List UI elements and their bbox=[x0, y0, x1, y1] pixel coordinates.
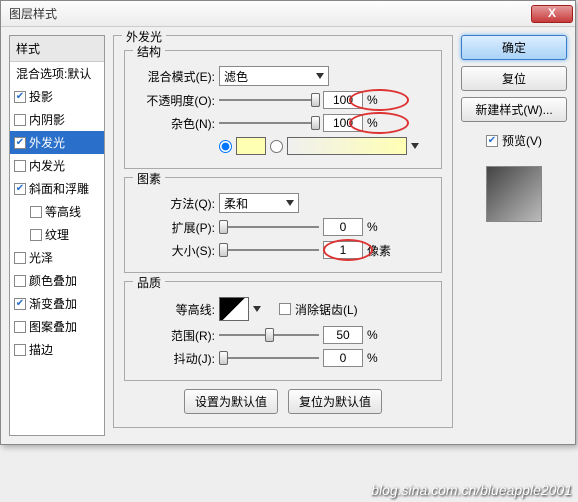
style-checkbox[interactable]: ✔ bbox=[14, 183, 26, 195]
structure-group: 结构 混合模式(E): 滤色 不透明度(O): 100 % bbox=[124, 50, 442, 169]
style-item-2[interactable]: ✔外发光 bbox=[10, 131, 104, 154]
style-checkbox[interactable]: ✔ bbox=[14, 298, 26, 310]
size-input[interactable]: 1 bbox=[323, 241, 363, 259]
style-item-8[interactable]: 颜色叠加 bbox=[10, 269, 104, 292]
style-item-11[interactable]: 描边 bbox=[10, 338, 104, 361]
style-label: 斜面和浮雕 bbox=[29, 180, 89, 197]
layer-style-dialog: 图层样式 X 样式 混合选项:默认 ✔投影内阴影✔外发光内发光✔斜面和浮雕等高线… bbox=[0, 0, 576, 445]
spread-label: 扩展(P): bbox=[135, 219, 215, 236]
style-label: 外发光 bbox=[29, 134, 65, 151]
style-checkbox[interactable]: ✔ bbox=[14, 137, 26, 149]
style-item-6[interactable]: 纹理 bbox=[10, 223, 104, 246]
opacity-slider[interactable] bbox=[219, 93, 319, 107]
spread-input[interactable]: 0 bbox=[323, 218, 363, 236]
chevron-down-icon bbox=[286, 200, 294, 206]
style-label: 内阴影 bbox=[29, 111, 65, 128]
method-label: 方法(Q): bbox=[135, 195, 215, 212]
spread-slider[interactable] bbox=[219, 220, 319, 234]
preview-label: 预览(V) bbox=[502, 132, 542, 149]
gradient-radio[interactable] bbox=[270, 140, 283, 153]
blend-options-item[interactable]: 混合选项:默认 bbox=[10, 62, 104, 85]
style-checkbox[interactable]: ✔ bbox=[14, 91, 26, 103]
style-checkbox[interactable] bbox=[14, 275, 26, 287]
ok-button[interactable]: 确定 bbox=[461, 35, 567, 60]
blend-mode-label: 混合模式(E): bbox=[135, 68, 215, 85]
new-style-button[interactable]: 新建样式(W)... bbox=[461, 97, 567, 122]
preview-checkbox[interactable]: ✔ bbox=[486, 135, 498, 147]
styles-panel: 样式 混合选项:默认 ✔投影内阴影✔外发光内发光✔斜面和浮雕等高线纹理光泽颜色叠… bbox=[9, 35, 105, 436]
range-label: 范围(R): bbox=[135, 327, 215, 344]
style-item-10[interactable]: 图案叠加 bbox=[10, 315, 104, 338]
style-item-7[interactable]: 光泽 bbox=[10, 246, 104, 269]
style-label: 描边 bbox=[29, 341, 53, 358]
contour-picker[interactable] bbox=[219, 297, 249, 321]
jitter-slider[interactable] bbox=[219, 351, 319, 365]
titlebar[interactable]: 图层样式 X bbox=[1, 1, 575, 27]
style-checkbox[interactable] bbox=[14, 160, 26, 172]
noise-slider[interactable] bbox=[219, 116, 319, 130]
style-item-9[interactable]: ✔渐变叠加 bbox=[10, 292, 104, 315]
watermark: blog.sina.com.cn/blueapple2001 bbox=[371, 482, 572, 498]
noise-label: 杂色(N): bbox=[135, 115, 215, 132]
reset-button[interactable]: 复位 bbox=[461, 66, 567, 91]
jitter-label: 抖动(J): bbox=[135, 350, 215, 367]
style-item-4[interactable]: ✔斜面和浮雕 bbox=[10, 177, 104, 200]
style-checkbox[interactable] bbox=[14, 321, 26, 333]
styles-header: 样式 bbox=[10, 36, 104, 62]
gradient-swatch[interactable] bbox=[287, 137, 407, 155]
size-label: 大小(S): bbox=[135, 242, 215, 259]
style-checkbox[interactable] bbox=[14, 344, 26, 356]
noise-input[interactable]: 100 bbox=[323, 114, 363, 132]
chevron-down-icon[interactable] bbox=[411, 143, 419, 149]
style-label: 纹理 bbox=[45, 226, 69, 243]
blend-mode-select[interactable]: 滤色 bbox=[219, 66, 329, 86]
antialias-checkbox[interactable] bbox=[279, 303, 291, 315]
style-checkbox[interactable] bbox=[30, 206, 42, 218]
chevron-down-icon[interactable] bbox=[253, 306, 261, 312]
reset-default-button[interactable]: 复位为默认值 bbox=[288, 389, 382, 414]
size-slider[interactable] bbox=[219, 243, 319, 257]
elements-group: 图素 方法(Q): 柔和 扩展(P): 0 % 大小(S): bbox=[124, 177, 442, 273]
style-label: 投影 bbox=[29, 88, 53, 105]
close-button[interactable]: X bbox=[531, 5, 573, 23]
style-label: 渐变叠加 bbox=[29, 295, 77, 312]
style-checkbox[interactable] bbox=[14, 114, 26, 126]
structure-legend: 结构 bbox=[133, 43, 165, 60]
style-checkbox[interactable] bbox=[30, 229, 42, 241]
make-default-button[interactable]: 设置为默认值 bbox=[184, 389, 278, 414]
dialog-title: 图层样式 bbox=[9, 5, 531, 22]
styles-list: ✔投影内阴影✔外发光内发光✔斜面和浮雕等高线纹理光泽颜色叠加✔渐变叠加图案叠加描… bbox=[10, 85, 104, 361]
range-slider[interactable] bbox=[219, 328, 319, 342]
contour-label: 等高线: bbox=[135, 301, 215, 318]
elements-legend: 图素 bbox=[133, 170, 165, 187]
style-item-1[interactable]: 内阴影 bbox=[10, 108, 104, 131]
style-label: 等高线 bbox=[45, 203, 81, 220]
range-input[interactable]: 50 bbox=[323, 326, 363, 344]
style-label: 内发光 bbox=[29, 157, 65, 174]
outer-glow-group: 外发光 结构 混合模式(E): 滤色 不透明度(O): 100 % bbox=[113, 35, 453, 428]
style-label: 颜色叠加 bbox=[29, 272, 77, 289]
right-panel: 确定 复位 新建样式(W)... ✔ 预览(V) bbox=[461, 35, 567, 436]
style-item-3[interactable]: 内发光 bbox=[10, 154, 104, 177]
opacity-input[interactable]: 100 bbox=[323, 91, 363, 109]
jitter-input[interactable]: 0 bbox=[323, 349, 363, 367]
chevron-down-icon bbox=[316, 73, 324, 79]
preview-swatch bbox=[486, 166, 542, 222]
quality-legend: 品质 bbox=[133, 274, 165, 291]
main-panel: 外发光 结构 混合模式(E): 滤色 不透明度(O): 100 % bbox=[113, 35, 453, 436]
style-label: 光泽 bbox=[29, 249, 53, 266]
style-checkbox[interactable] bbox=[14, 252, 26, 264]
method-select[interactable]: 柔和 bbox=[219, 193, 299, 213]
antialias-label: 消除锯齿(L) bbox=[295, 301, 358, 318]
style-item-5[interactable]: 等高线 bbox=[10, 200, 104, 223]
quality-group: 品质 等高线: 消除锯齿(L) 范围(R): 50 % bbox=[124, 281, 442, 381]
style-label: 图案叠加 bbox=[29, 318, 77, 335]
color-swatch[interactable] bbox=[236, 137, 266, 155]
opacity-label: 不透明度(O): bbox=[135, 92, 215, 109]
color-radio[interactable] bbox=[219, 140, 232, 153]
style-item-0[interactable]: ✔投影 bbox=[10, 85, 104, 108]
